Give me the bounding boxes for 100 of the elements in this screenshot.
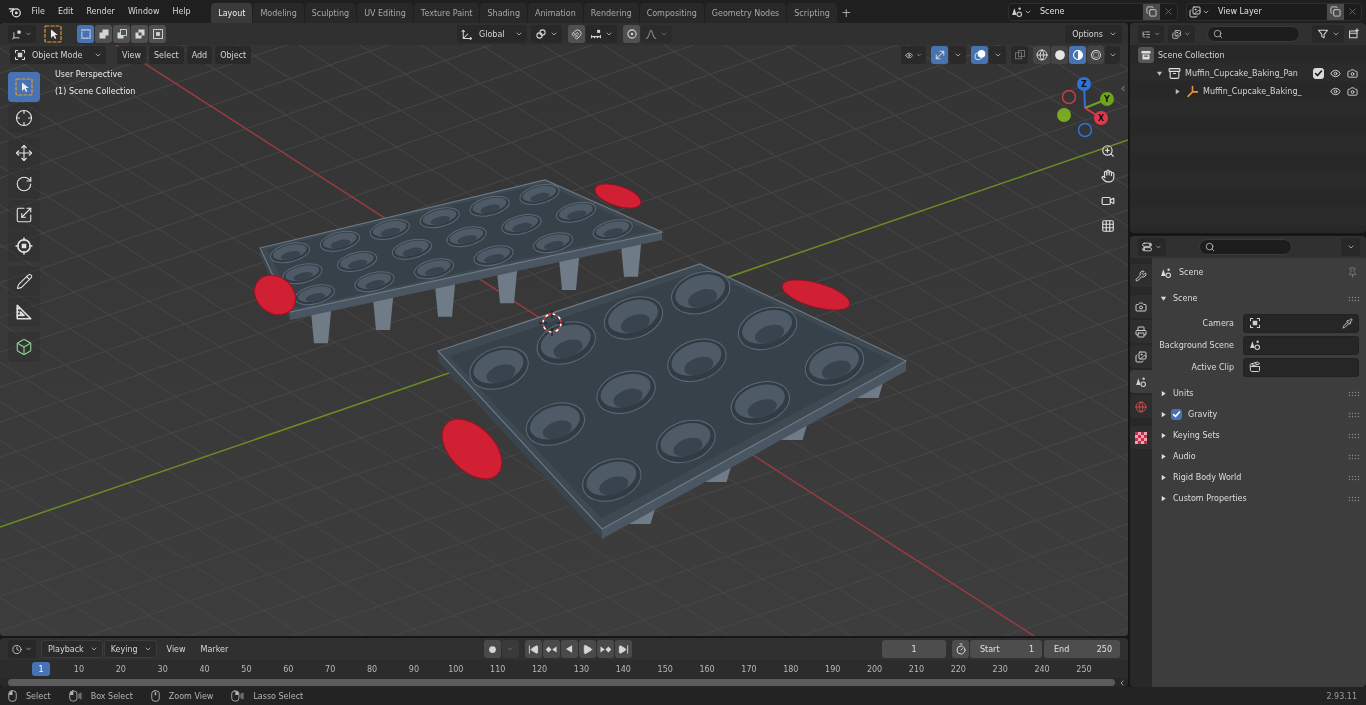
- negative-axis-icon[interactable]: [1061, 89, 1077, 105]
- add-collection-icon[interactable]: [1348, 28, 1360, 40]
- play-reverse-button[interactable]: [560, 640, 578, 658]
- gizmo-toggle[interactable]: [931, 46, 948, 64]
- axis-handle[interactable]: Z: [1077, 77, 1091, 109]
- menu-item[interactable]: View: [117, 46, 146, 64]
- next-keyframe-button[interactable]: [596, 640, 614, 658]
- menu-item[interactable]: Window: [121, 2, 166, 21]
- workspace-tab[interactable]: Texture Paint: [413, 3, 480, 23]
- select-mode-button[interactable]: [95, 25, 112, 43]
- disclosure-triangle-icon[interactable]: [1156, 69, 1163, 77]
- pivot-dropdown[interactable]: [531, 25, 562, 43]
- properties-tab[interactable]: [1130, 295, 1152, 318]
- eye-icon[interactable]: [1330, 67, 1341, 79]
- panel-title[interactable]: Units: [1173, 389, 1194, 398]
- shading-button[interactable]: [1069, 46, 1086, 64]
- workspace-tab[interactable]: Scripting: [787, 3, 837, 23]
- workspace-tab[interactable]: UV Editing: [357, 3, 413, 23]
- camera-icon[interactable]: [1347, 67, 1358, 79]
- editor-type-button[interactable]: [8, 640, 36, 658]
- jump-start-button[interactable]: [524, 640, 542, 658]
- editor-type-button[interactable]: [8, 25, 36, 43]
- current-frame-field[interactable]: 1: [882, 640, 946, 658]
- start-frame-field[interactable]: Start 1: [970, 640, 1042, 658]
- workspace-tab[interactable]: Shading: [480, 3, 527, 23]
- tool-button[interactable]: [8, 266, 40, 296]
- view-layer-dropdown[interactable]: [1168, 25, 1195, 43]
- outliner-item[interactable]: Scene Collection: [1158, 50, 1225, 60]
- view-layer-name-field[interactable]: View Layer: [1212, 3, 1327, 20]
- properties-tab[interactable]: [1130, 320, 1152, 343]
- properties-tab[interactable]: [1130, 370, 1152, 393]
- filter-dropdown[interactable]: [1312, 25, 1344, 43]
- end-frame-field[interactable]: End 250: [1044, 640, 1120, 658]
- record-button[interactable]: [483, 640, 501, 658]
- tool-button[interactable]: [8, 72, 40, 102]
- disclosure-triangle-icon[interactable]: [1174, 87, 1181, 95]
- properties-tab[interactable]: [1130, 264, 1152, 287]
- panel-title[interactable]: Custom Properties: [1173, 494, 1247, 503]
- overlay-toggle[interactable]: [971, 46, 988, 64]
- negative-axis-icon[interactable]: [1077, 122, 1093, 138]
- tool-button[interactable]: [8, 332, 40, 362]
- axis-handle[interactable]: Y: [1084, 92, 1114, 109]
- panel-title[interactable]: Rigid Body World: [1173, 473, 1242, 482]
- workspace-tab[interactable]: Geometry Nodes: [704, 3, 787, 23]
- tool-button[interactable]: [8, 231, 40, 261]
- select-mode-button[interactable]: [77, 25, 94, 43]
- menu-item[interactable]: Select: [149, 46, 184, 64]
- camera-icon[interactable]: [1347, 85, 1358, 97]
- timeline-scrollbar[interactable]: [8, 679, 1115, 686]
- sidebar-toggle[interactable]: [1119, 83, 1127, 93]
- workspace-tab[interactable]: Layout: [211, 3, 253, 23]
- properties-tab[interactable]: [1130, 345, 1152, 368]
- disclosure-triangle-icon[interactable]: [1160, 411, 1167, 418]
- snap-target-dropdown[interactable]: [586, 25, 617, 43]
- disclosure-triangle-icon[interactable]: [1160, 495, 1167, 502]
- workspace-tab[interactable]: Animation: [528, 3, 583, 23]
- options-dropdown[interactable]: Options: [1065, 25, 1122, 43]
- tool-button[interactable]: [8, 103, 40, 133]
- tool-button[interactable]: [8, 297, 40, 327]
- panel-title[interactable]: Audio: [1173, 452, 1196, 461]
- workspace-tab[interactable]: Compositing: [639, 3, 704, 23]
- disclosure-triangle-icon[interactable]: [1160, 474, 1167, 481]
- mode-dropdown[interactable]: Object Mode: [10, 46, 106, 64]
- chevron-left-icon[interactable]: [1118, 678, 1126, 687]
- shading-button[interactable]: [1033, 46, 1050, 64]
- picker-field[interactable]: [1243, 313, 1359, 333]
- shading-button[interactable]: [1051, 46, 1068, 64]
- eye-icon[interactable]: [1330, 85, 1341, 97]
- select-box-icon[interactable]: [44, 25, 62, 43]
- negative-axis-icon[interactable]: [1057, 108, 1071, 122]
- select-mode-button[interactable]: [131, 25, 148, 43]
- checkbox[interactable]: [1171, 409, 1182, 420]
- disclosure-triangle-icon[interactable]: [1160, 390, 1167, 397]
- tool-button[interactable]: [8, 138, 40, 168]
- workspace-tab[interactable]: Modeling: [253, 3, 304, 23]
- menu-item[interactable]: Add: [186, 46, 213, 64]
- menu-item[interactable]: Object: [215, 46, 252, 64]
- axis-handle[interactable]: X: [1084, 107, 1108, 125]
- outliner-item[interactable]: Muffin_Cupcake_Baking_: [1203, 86, 1302, 96]
- playhead[interactable]: 1: [32, 662, 50, 676]
- previous-keyframe-button[interactable]: [542, 640, 560, 658]
- menu-item[interactable]: Help: [165, 2, 198, 21]
- jump-end-button[interactable]: [614, 640, 632, 658]
- search-field[interactable]: [1199, 239, 1292, 255]
- new-scene-button[interactable]: [1143, 3, 1160, 20]
- menu-dropdown[interactable]: Playback: [41, 640, 103, 658]
- proportional-edit-toggle[interactable]: [623, 25, 640, 43]
- picker-field[interactable]: [1243, 357, 1359, 377]
- orientation-dropdown[interactable]: Global: [457, 25, 527, 43]
- panel-title[interactable]: Gravity: [1188, 410, 1218, 419]
- shading-button[interactable]: [1087, 46, 1104, 64]
- snap-toggle[interactable]: [568, 25, 585, 43]
- disclosure-triangle-icon[interactable]: [1160, 295, 1167, 302]
- tool-button[interactable]: [8, 169, 40, 199]
- new-view-layer-button[interactable]: [1327, 3, 1344, 20]
- properties-tab[interactable]: [1130, 426, 1152, 449]
- select-mode-button[interactable]: [113, 25, 130, 43]
- visibility-dropdown[interactable]: [901, 46, 926, 64]
- menu-item[interactable]: Render: [79, 2, 122, 21]
- scene-name-field[interactable]: Scene: [1034, 3, 1143, 20]
